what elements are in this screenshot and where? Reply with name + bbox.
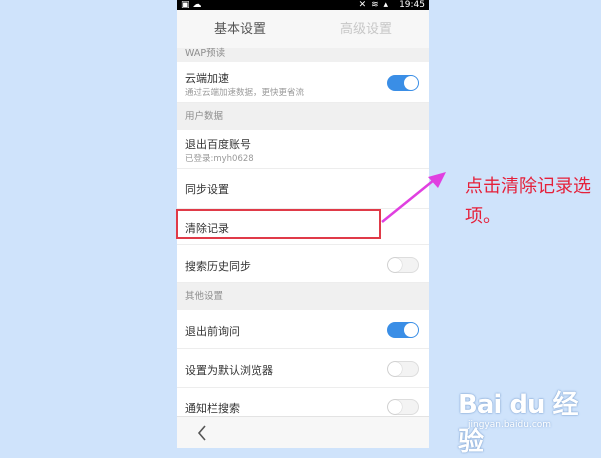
section-header-other: 其他设置	[177, 283, 429, 310]
cloud-acceleration-toggle[interactable]	[387, 75, 419, 91]
bottom-nav-bar	[177, 416, 429, 448]
notification-search-toggle[interactable]	[387, 399, 419, 415]
toggle-knob	[388, 258, 402, 272]
setting-title: 退出前询问	[185, 325, 240, 338]
setting-row-logout-baidu[interactable]: 退出百度账号 已登录:myh0628	[177, 130, 429, 169]
setting-title: 同步设置	[185, 183, 229, 196]
settings-tabs: 基本设置 高级设置	[177, 10, 429, 49]
toggle-knob	[388, 362, 402, 376]
ask-before-exit-toggle[interactable]	[387, 322, 419, 338]
section-header-wap: WAP预读	[177, 48, 429, 62]
setting-row-default-browser[interactable]: 设置为默认浏览器	[177, 349, 429, 388]
toggle-knob	[404, 323, 418, 337]
setting-subtitle: 已登录:myh0628	[185, 154, 254, 164]
status-icons-left: ▣ ☁	[181, 0, 202, 10]
setting-row-notification-search[interactable]: 通知栏搜索	[177, 388, 429, 416]
status-icons-right: ✕ ≋ ▴	[358, 0, 389, 10]
clear-records-highlight	[176, 209, 381, 239]
status-bar: ▣ ☁ ✕ ≋ ▴ 19:45	[177, 0, 429, 10]
status-time: 19:45	[399, 0, 425, 10]
setting-row-cloud-acceleration[interactable]: 云端加速 通过云端加速数据，更快更省流	[177, 62, 429, 103]
setting-row-search-history-sync[interactable]: 搜索历史同步	[177, 245, 429, 283]
toggle-knob	[404, 76, 418, 90]
setting-title: 搜索历史同步	[185, 260, 251, 273]
baidu-jingyan-watermark: Bai du 经验 jingyan.baidu.com	[458, 384, 598, 457]
tab-basic-settings[interactable]: 基本设置	[177, 10, 303, 48]
default-browser-toggle[interactable]	[387, 361, 419, 377]
setting-row-ask-before-exit[interactable]: 退出前询问	[177, 310, 429, 349]
pointer-arrow-icon	[381, 172, 446, 223]
tab-advanced-settings[interactable]: 高级设置	[303, 10, 429, 48]
section-header-user-data: 用户数据	[177, 103, 429, 130]
instruction-annotation: 点击清除记录选项。	[465, 176, 591, 227]
search-history-sync-toggle[interactable]	[387, 257, 419, 273]
setting-subtitle: 通过云端加速数据，更快更省流	[185, 88, 305, 98]
setting-title: 云端加速	[185, 72, 229, 85]
back-arrow-icon[interactable]	[193, 423, 213, 443]
watermark-url: jingyan.baidu.com	[468, 420, 552, 430]
setting-title: 通知栏搜索	[185, 402, 240, 415]
setting-title: 退出百度账号	[185, 138, 251, 151]
toggle-knob	[388, 400, 402, 414]
setting-title: 设置为默认浏览器	[185, 364, 273, 377]
